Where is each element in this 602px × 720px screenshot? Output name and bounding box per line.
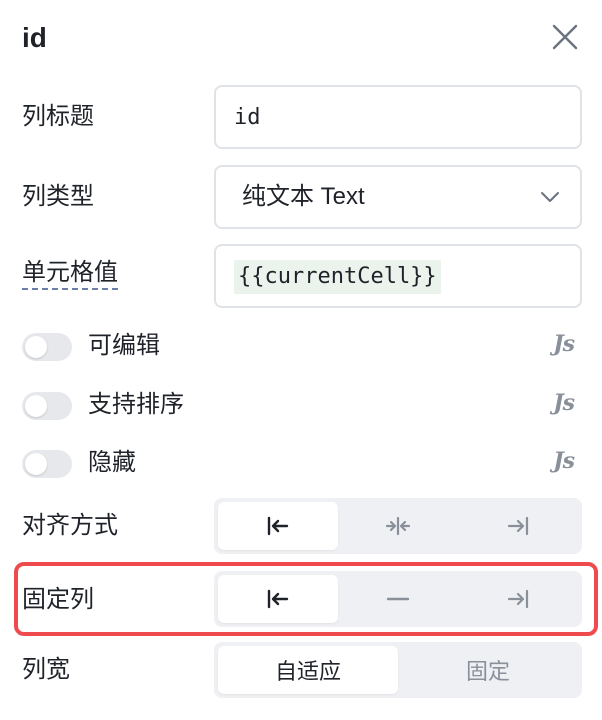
align-right-icon [507, 516, 529, 536]
hidden-toggle[interactable] [22, 450, 72, 478]
js-icon[interactable]: Js [553, 448, 575, 474]
width-auto-option[interactable]: 自适应 [218, 646, 398, 694]
cell-value-code: {{currentCell}} [234, 260, 441, 294]
hidden-label: 隐藏 [88, 449, 136, 476]
toggle-row-hidden: 隐藏 Js [22, 446, 582, 480]
minus-icon [386, 597, 410, 601]
column-width-segmented-control: 自适应 固定 [214, 642, 582, 698]
fixed-column-label: 固定列 [22, 586, 94, 613]
alignment-label: 对齐方式 [22, 512, 118, 539]
align-center-option[interactable] [338, 502, 458, 550]
toggle-row-editable: 可编辑 Js [22, 329, 582, 363]
fixed-none-option[interactable] [338, 575, 458, 623]
close-icon[interactable] [548, 20, 582, 54]
align-left-icon [267, 516, 289, 536]
toggle-knob [25, 336, 47, 358]
column-title-field[interactable] [214, 85, 582, 149]
editable-label: 可编辑 [88, 332, 160, 359]
cell-value-field[interactable]: {{currentCell}} [214, 244, 582, 308]
width-fixed-option[interactable]: 固定 [398, 646, 578, 694]
chevron-down-icon [541, 192, 559, 202]
js-icon[interactable]: Js [553, 390, 575, 416]
cell-value-label-text: 单元格值 [22, 259, 118, 290]
align-center-icon [385, 516, 411, 536]
align-right-option[interactable] [458, 502, 578, 550]
fixed-right-option[interactable] [458, 575, 578, 623]
fixed-left-option[interactable] [218, 575, 338, 623]
cell-value-label: 单元格值 [22, 257, 118, 290]
panel-title: id [22, 22, 47, 53]
js-icon[interactable]: Js [553, 331, 575, 357]
fix-left-icon [267, 589, 289, 609]
column-type-select[interactable]: 纯文本 Text [214, 165, 582, 229]
alignment-segmented-control [214, 498, 582, 554]
column-type-label: 列类型 [22, 183, 94, 210]
column-title-label: 列标题 [22, 103, 94, 130]
column-type-value: 纯文本 Text [242, 183, 365, 210]
column-width-label: 列宽 [22, 656, 70, 683]
editable-toggle[interactable] [22, 333, 72, 361]
sortable-label: 支持排序 [88, 391, 184, 418]
sortable-toggle[interactable] [22, 392, 72, 420]
fix-right-icon [507, 589, 529, 609]
column-title-input[interactable] [216, 87, 580, 147]
toggle-knob [25, 395, 47, 417]
toggle-row-sortable: 支持排序 Js [22, 388, 582, 422]
toggle-knob [25, 453, 47, 475]
align-left-option[interactable] [218, 502, 338, 550]
fixed-column-segmented-control [214, 571, 582, 627]
